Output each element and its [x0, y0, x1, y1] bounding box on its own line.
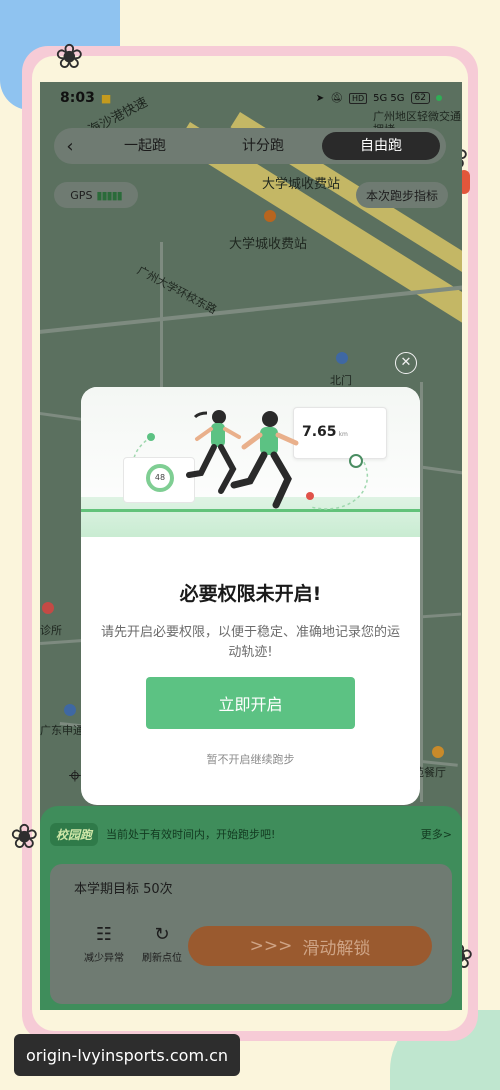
phone-screen: 海沙港快速 大学城收费站 大学城收费站 广州大学环校东路 北门 广州地区轻微交通…	[40, 82, 462, 1010]
watermark: origin-lvyinsports.com.cn	[14, 1034, 241, 1076]
doodle-cloud-icon: ❀	[10, 817, 39, 857]
enable-now-button[interactable]: 立即开启	[146, 677, 355, 729]
close-icon: ✕	[400, 355, 412, 370]
route-start-dot-icon	[147, 433, 155, 441]
doodle-cloud-icon: ❀	[55, 37, 84, 77]
dialog-illustration: 7.65 km 48	[81, 387, 420, 537]
close-modal-button[interactable]: ✕	[395, 352, 417, 374]
dialog-title: 必要权限未开启!	[179, 583, 322, 605]
runner-male-icon	[230, 411, 299, 509]
medal-icon	[349, 454, 363, 468]
watermark-text: origin-lvyinsports.com.cn	[26, 1045, 229, 1065]
dialog-description: 请先开启必要权限，以便于稳定、准确地记录您的运动轨迹!	[101, 625, 401, 660]
progress-ring: 48	[146, 464, 174, 492]
skip-and-run-link[interactable]: 暂不开启继续跑步	[81, 751, 420, 767]
permission-dialog: 7.65 km 48 必要权限未开启! 请先开启必要权限，以便于稳定、准确地记录…	[81, 387, 420, 805]
